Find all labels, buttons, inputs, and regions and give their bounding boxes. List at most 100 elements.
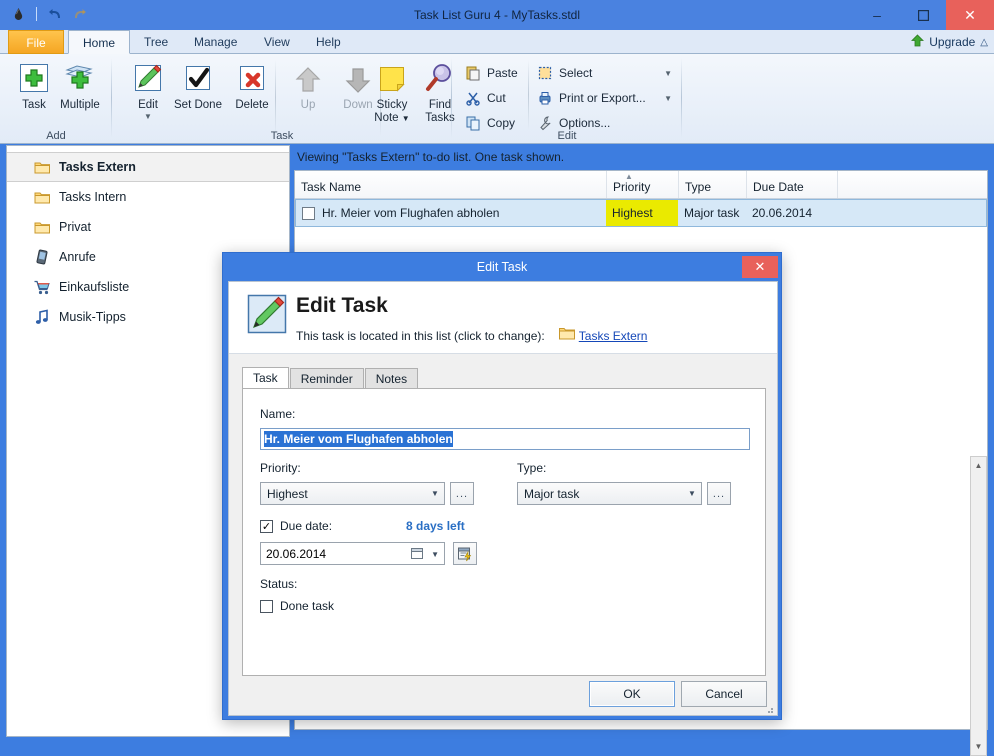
row-checkbox[interactable] bbox=[302, 206, 315, 220]
ribbon-button-cut-label: Cut bbox=[487, 91, 506, 105]
chevron-down-icon[interactable]: ▼ bbox=[144, 112, 152, 121]
due-date-checkbox-row[interactable]: ✓ Due date: bbox=[260, 519, 332, 533]
column-header-due-date[interactable]: Due Date bbox=[747, 171, 838, 198]
dialog-footer: OK Cancel bbox=[229, 675, 777, 715]
ribbon-button-cut[interactable]: Cut bbox=[464, 87, 510, 109]
delete-x-icon bbox=[235, 58, 269, 96]
ribbon-button-multiple[interactable]: Multiple bbox=[52, 58, 108, 112]
dialog-heading: Edit Task bbox=[296, 294, 388, 317]
add-multiple-icon bbox=[61, 58, 99, 96]
select-icon bbox=[536, 64, 554, 82]
task-name-input[interactable]: Hr. Meier vom Flughafen abholen bbox=[260, 428, 750, 450]
sidebar-item-privat[interactable]: Privat bbox=[7, 212, 289, 242]
dialog-subtext-row: This task is located in this list (click… bbox=[296, 327, 647, 344]
sidebar-item-label: Tasks Extern bbox=[59, 160, 136, 174]
chevron-down-icon-print[interactable]: ▼ bbox=[664, 94, 672, 103]
ribbon-button-options-label: Options... bbox=[559, 116, 611, 130]
done-task-checkbox-row[interactable]: Done task bbox=[260, 599, 334, 613]
tab-help[interactable]: Help bbox=[302, 30, 355, 54]
music-note-icon bbox=[33, 308, 51, 326]
sidebar-item-tasks-extern[interactable]: Tasks Extern bbox=[7, 152, 289, 182]
task-list-link[interactable]: Tasks Extern bbox=[579, 329, 648, 343]
tab-task[interactable]: Task bbox=[242, 367, 289, 389]
sidebar-item-tasks-intern[interactable]: Tasks Intern bbox=[7, 182, 289, 212]
priority-more-button[interactable]: ... bbox=[450, 482, 474, 505]
grid-vertical-scrollbar[interactable]: ▲ ▼ bbox=[970, 456, 987, 756]
tab-manage[interactable]: Manage bbox=[180, 30, 251, 54]
ribbon-button-delete[interactable]: Delete bbox=[224, 58, 280, 112]
ribbon-button-sticky-note-label: Sticky Note ▼ bbox=[374, 99, 410, 124]
column-header-priority[interactable]: ▲ Priority bbox=[607, 171, 679, 198]
tab-home[interactable]: Home bbox=[68, 30, 131, 54]
task-grid-header: Task Name ▲ Priority Type Due Date bbox=[295, 171, 987, 199]
ribbon-button-select[interactable]: Select ▼ bbox=[536, 62, 676, 84]
tab-file[interactable]: File bbox=[8, 30, 64, 54]
scissors-icon bbox=[464, 89, 482, 107]
tab-view[interactable]: View bbox=[250, 30, 304, 54]
due-date-checkbox[interactable]: ✓ bbox=[260, 519, 273, 533]
ribbon-button-edit[interactable]: Edit ▼ bbox=[120, 58, 176, 121]
status-label: Status: bbox=[260, 577, 298, 591]
priority-label: Priority: bbox=[260, 461, 301, 475]
chevron-down-icon[interactable]: ▼ bbox=[431, 550, 439, 559]
dialog-subtext: This task is located in this list (click… bbox=[296, 328, 545, 343]
ribbon-button-paste-label: Paste bbox=[487, 66, 518, 80]
type-more-button[interactable]: ... bbox=[707, 482, 731, 505]
task-name-value: Hr. Meier vom Flughafen abholen bbox=[264, 431, 453, 447]
column-header-priority-label: Priority bbox=[613, 180, 651, 194]
tab-notes[interactable]: Notes bbox=[364, 368, 419, 389]
tab-tree[interactable]: Tree bbox=[130, 30, 182, 54]
sidebar-item-label: Tasks Intern bbox=[59, 190, 127, 204]
chevron-down-icon-select[interactable]: ▼ bbox=[664, 69, 672, 78]
table-row[interactable]: Hr. Meier vom Flughafen abholen Highest … bbox=[295, 199, 987, 227]
scroll-up-arrow-icon[interactable]: ▲ bbox=[971, 457, 986, 474]
ribbon-button-copy-label: Copy bbox=[487, 116, 516, 130]
column-header-type[interactable]: Type bbox=[679, 171, 747, 198]
type-select[interactable]: Major task ▼ bbox=[517, 482, 702, 505]
column-header-task-name[interactable]: Task Name bbox=[295, 171, 607, 198]
resize-grip[interactable] bbox=[764, 703, 774, 713]
date-picker-button[interactable] bbox=[453, 542, 477, 565]
minimize-button[interactable]: – bbox=[854, 0, 900, 30]
close-button[interactable]: ✕ bbox=[946, 0, 994, 30]
maximize-button[interactable] bbox=[900, 0, 946, 30]
type-label: Type: bbox=[517, 461, 547, 475]
done-task-checkbox[interactable] bbox=[260, 599, 273, 613]
column-header-filler bbox=[838, 171, 987, 198]
window-title: Task List Guru 4 - MyTasks.stdl bbox=[413, 8, 581, 22]
window-titlebar: Task List Guru 4 - MyTasks.stdl – ✕ bbox=[0, 0, 994, 30]
scroll-down-arrow-icon[interactable]: ▼ bbox=[971, 738, 986, 755]
dialog-close-button[interactable]: ✕ bbox=[742, 256, 778, 278]
checkmark-icon bbox=[181, 58, 215, 96]
ribbon-button-paste[interactable]: Paste bbox=[464, 62, 522, 84]
cell-task-name[interactable]: Hr. Meier vom Flughafen abholen bbox=[296, 200, 606, 226]
ok-button[interactable]: OK bbox=[589, 681, 675, 707]
cell-task-name-text: Hr. Meier vom Flughafen abholen bbox=[322, 206, 500, 220]
ribbon-button-set-done[interactable]: Set Done bbox=[170, 58, 226, 112]
name-label-text: Name: bbox=[260, 407, 296, 421]
cell-type: Major task bbox=[684, 206, 740, 220]
ribbon-group-task: Edit ▼ Set Done Delete Up Down Sticky No… bbox=[112, 54, 455, 144]
ribbon-group-task-label: Task bbox=[270, 130, 294, 142]
folder-icon bbox=[558, 327, 575, 344]
tab-reminder[interactable]: Reminder bbox=[289, 368, 364, 389]
ribbon-button-print-export[interactable]: Print or Export... ▼ bbox=[536, 87, 676, 109]
ribbon-button-up[interactable]: Up bbox=[280, 58, 336, 112]
ribbon-tab-strip: File Home Tree Manage View Help Upgrade … bbox=[0, 30, 994, 54]
add-task-icon bbox=[16, 58, 52, 96]
calendar-dropdown-icon bbox=[410, 546, 424, 563]
priority-select[interactable]: Highest ▼ bbox=[260, 482, 445, 505]
edit-pencil-icon bbox=[131, 58, 165, 96]
due-date-label: Due date: bbox=[280, 519, 333, 533]
due-date-input[interactable]: 20.06.2014 ▼ bbox=[260, 542, 445, 565]
days-left-text: 8 days left bbox=[406, 519, 465, 533]
sidebar-item-label: Privat bbox=[59, 220, 91, 234]
ribbon-button-multiple-label: Multiple bbox=[60, 99, 100, 111]
cancel-button[interactable]: Cancel bbox=[681, 681, 767, 707]
dialog-body: Edit Task This task is located in this l… bbox=[228, 281, 778, 716]
collapse-ribbon-icon[interactable]: △ bbox=[980, 37, 988, 48]
sidebar-item-label: Musik-Tipps bbox=[59, 310, 126, 324]
cell-due-date: 20.06.2014 bbox=[752, 206, 813, 220]
upgrade-button[interactable]: Upgrade △ bbox=[911, 32, 988, 52]
shopping-cart-icon bbox=[33, 278, 51, 296]
